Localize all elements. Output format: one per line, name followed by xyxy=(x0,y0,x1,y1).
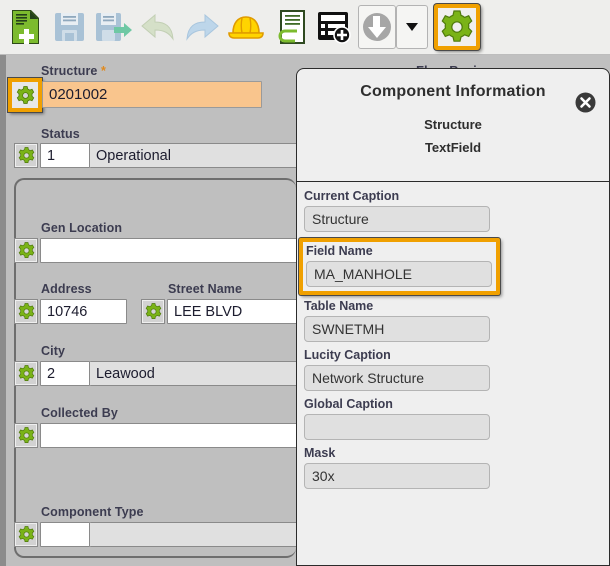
redo-button[interactable] xyxy=(180,4,224,50)
gear-icon xyxy=(18,526,34,542)
gear-icon xyxy=(18,365,34,381)
lucity-caption-label: Lucity Caption xyxy=(304,348,391,362)
close-icon[interactable] xyxy=(575,92,596,113)
status-code-input[interactable]: 1 xyxy=(40,143,90,168)
field-group-field-name: Field Name MA_MANHOLE xyxy=(299,238,500,295)
dialog-body: Current Caption Structure Field Name MA_… xyxy=(297,182,609,489)
component-information-dialog: Component Information Structure TextFiel… xyxy=(296,68,610,566)
structure-gear-button[interactable] xyxy=(8,78,42,112)
status-label: Status xyxy=(41,127,80,141)
field-group-current-caption: Current Caption Structure xyxy=(304,189,609,232)
street-name-label: Street Name xyxy=(168,282,243,296)
gear-icon xyxy=(441,10,473,42)
gear-icon xyxy=(18,242,34,258)
undo-arrow-icon xyxy=(141,13,174,41)
download-button[interactable] xyxy=(358,5,396,49)
global-caption-label: Global Caption xyxy=(304,397,393,411)
component-type-gear-button[interactable] xyxy=(14,522,38,547)
collected-by-input[interactable] xyxy=(40,423,300,448)
attach-document-button[interactable] xyxy=(268,4,312,50)
save-icon xyxy=(55,13,84,41)
city-code-input[interactable]: 2 xyxy=(40,361,90,386)
gen-location-input[interactable] xyxy=(40,238,300,263)
city-label: City xyxy=(41,344,66,358)
field-group-global-caption: Global Caption xyxy=(304,397,609,440)
gear-icon xyxy=(18,427,34,443)
component-type-code-input[interactable] xyxy=(40,522,90,547)
address-label: Address xyxy=(41,282,92,296)
record-form-panel: Structure * 0201002 Status 1 Operational… xyxy=(0,55,300,566)
download-arrow-icon xyxy=(363,13,391,41)
city-gear-button[interactable] xyxy=(14,361,38,386)
global-caption-input[interactable] xyxy=(304,414,490,440)
hard-hat-icon xyxy=(228,16,264,39)
field-group-table-name: Table Name SWNETMH xyxy=(304,299,609,342)
gear-icon xyxy=(18,303,34,319)
street-name-input[interactable]: LEE BLVD xyxy=(167,299,300,324)
current-caption-label: Current Caption xyxy=(304,189,400,203)
settings-button[interactable] xyxy=(434,4,480,50)
gear-icon xyxy=(18,147,34,163)
new-document-icon xyxy=(12,10,39,44)
current-caption-input[interactable]: Structure xyxy=(304,206,490,232)
dropdown-caret-icon xyxy=(406,23,418,31)
required-marker: * xyxy=(101,64,107,78)
gear-icon xyxy=(145,303,161,319)
toolbar xyxy=(0,0,610,55)
mask-label: Mask xyxy=(304,446,336,460)
dialog-title: Component Information xyxy=(360,83,546,100)
component-type-label: Component Type xyxy=(41,505,144,519)
address-gear-button[interactable] xyxy=(14,299,38,324)
field-group-lucity-caption: Lucity Caption Network Structure xyxy=(304,348,609,391)
dialog-subtitle-type: TextField xyxy=(424,140,482,155)
table-name-input[interactable]: SWNETMH xyxy=(304,316,490,342)
gen-location-gear-button[interactable] xyxy=(14,238,38,263)
mask-input[interactable]: 30x xyxy=(304,463,490,489)
toolbar-dropdown-button[interactable] xyxy=(396,5,428,49)
dialog-header: Component Information Structure TextFiel… xyxy=(297,69,609,182)
address-input[interactable]: 10746 xyxy=(40,299,127,324)
field-name-input[interactable]: MA_MANHOLE xyxy=(306,261,492,287)
form-add-icon xyxy=(318,12,351,44)
component-type-description xyxy=(90,522,300,547)
table-name-label: Table Name xyxy=(304,299,374,313)
document-attachment-icon xyxy=(278,10,305,44)
status-description: Operational xyxy=(90,143,300,168)
work-order-button[interactable] xyxy=(224,4,268,50)
structure-label: Structure * xyxy=(41,64,107,78)
gear-icon xyxy=(16,85,34,104)
collected-by-gear-button[interactable] xyxy=(14,423,38,448)
structure-input[interactable]: 0201002 xyxy=(42,81,262,108)
new-document-button[interactable] xyxy=(4,4,48,50)
undo-button[interactable] xyxy=(136,4,180,50)
city-description: Leawood xyxy=(90,361,300,386)
save-button[interactable] xyxy=(48,4,92,50)
dialog-subtitle-component: Structure xyxy=(424,117,482,132)
collected-by-label: Collected By xyxy=(41,406,118,420)
field-name-label: Field Name xyxy=(306,244,373,258)
add-record-button[interactable] xyxy=(312,4,356,50)
lucity-caption-input[interactable]: Network Structure xyxy=(304,365,490,391)
street-name-gear-button[interactable] xyxy=(141,299,165,324)
save-and-next-icon xyxy=(96,13,132,41)
gen-location-label: Gen Location xyxy=(41,221,123,235)
save-and-next-button[interactable] xyxy=(92,4,136,50)
field-group-mask: Mask 30x xyxy=(304,446,609,489)
status-gear-button[interactable] xyxy=(14,143,38,168)
redo-arrow-icon xyxy=(186,13,219,41)
